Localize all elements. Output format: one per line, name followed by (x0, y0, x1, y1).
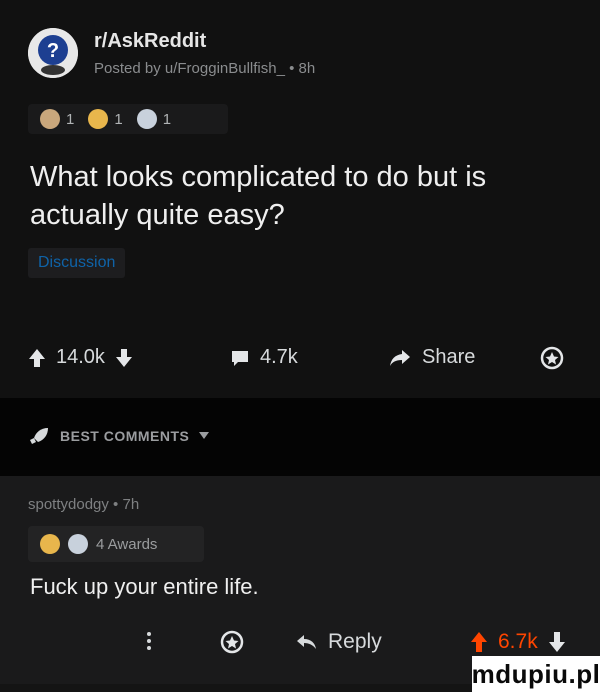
comment-awards[interactable]: 4 Awards (28, 526, 204, 562)
comments-sort-bar: BEST COMMENTS (0, 398, 600, 476)
post-flair[interactable]: Discussion (28, 248, 126, 278)
awards-label: 4 Awards (96, 535, 158, 553)
askreddit-logo-icon: ? (28, 28, 78, 78)
chevron-down-icon (199, 432, 210, 439)
reply-arrow-icon (297, 635, 316, 649)
comment-vote-count: 6.7k (498, 630, 538, 653)
more-options-button[interactable] (146, 630, 152, 652)
post-container: ? r/AskReddit Posted by u/FrogginBullfis… (0, 0, 600, 398)
wholesome-award-icon (40, 109, 60, 129)
comment-actions: Reply 6.7k (0, 626, 600, 660)
comments-button[interactable]: 4.7k (230, 346, 298, 369)
next-comment-cutoff (0, 684, 472, 692)
sort-dropdown[interactable]: BEST COMMENTS (28, 426, 210, 446)
svg-text:?: ? (47, 40, 59, 62)
share-button[interactable]: Share (388, 346, 475, 369)
watermark: mdupiu.pl (472, 656, 600, 692)
downvote-icon[interactable] (548, 631, 566, 653)
post-meta: Posted by u/FrogginBullfish_ • 8h (94, 60, 316, 77)
award-count: 1 (66, 110, 75, 128)
silver-award-icon (136, 109, 157, 129)
helpful-award-icon (88, 109, 109, 129)
comment-text: Fuck up your entire life. (30, 574, 259, 599)
rocket-icon (30, 428, 48, 444)
upvote-icon[interactable] (28, 348, 46, 368)
give-award-button[interactable] (540, 346, 564, 370)
reply-label: Reply (328, 630, 382, 653)
award-count: 1 (162, 110, 172, 128)
post-actions: 14.0k 4.7k Share (0, 340, 600, 380)
upvoted-icon[interactable] (470, 631, 488, 653)
comment-count: 4.7k (260, 346, 298, 368)
comment-icon (232, 350, 248, 366)
subreddit-name[interactable]: r/AskReddit (94, 30, 206, 53)
award-icon (220, 630, 244, 654)
share-arrow-icon (390, 349, 410, 366)
more-vertical-icon (147, 632, 151, 650)
comment-award-button[interactable] (220, 630, 244, 654)
subreddit-avatar[interactable]: ? (28, 28, 78, 78)
downvote-icon[interactable] (115, 348, 133, 368)
post-title[interactable]: What looks complicated to do but is actu… (30, 158, 570, 234)
award-count: 1 (114, 110, 123, 128)
reply-button[interactable]: Reply (296, 630, 382, 654)
share-label: Share (422, 346, 476, 368)
silver-award-icon (68, 534, 88, 554)
comment-author[interactable]: spottydodgy • 7h (28, 496, 139, 513)
award-icon (540, 346, 564, 370)
post-awards[interactable]: 1 1 1 (28, 104, 228, 134)
sort-label: BEST COMMENTS (60, 428, 190, 444)
helpful-award-icon (40, 534, 60, 554)
comment-vote-group: 6.7k (470, 630, 566, 654)
post-vote-count: 14.0k (56, 346, 105, 368)
vote-group: 14.0k (28, 346, 133, 369)
